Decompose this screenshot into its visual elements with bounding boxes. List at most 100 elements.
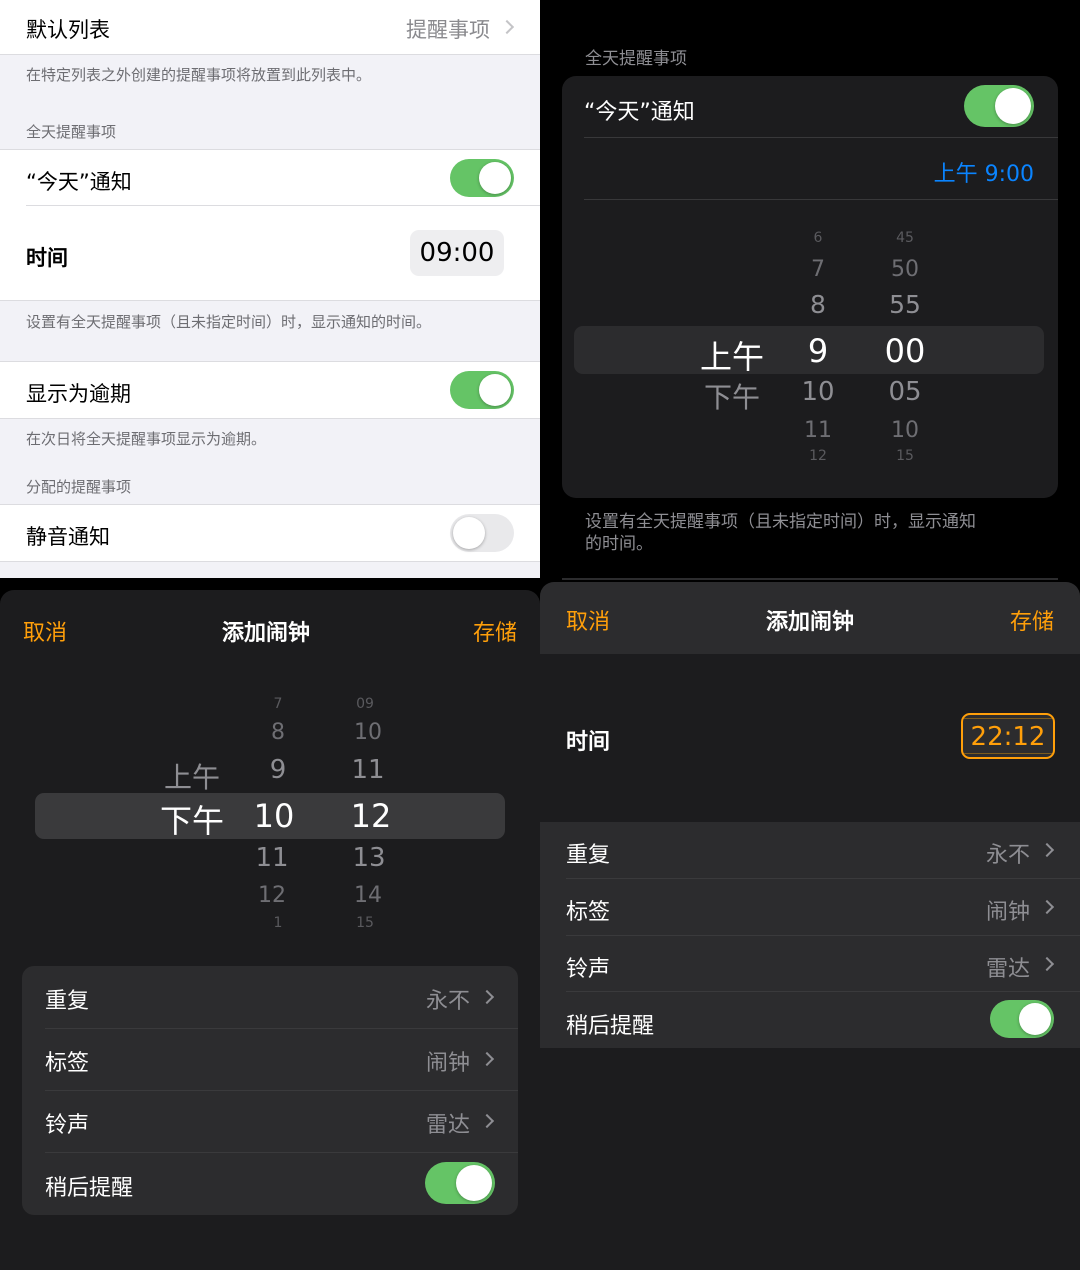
divider (0, 418, 540, 419)
mute-notify-toggle[interactable] (450, 514, 514, 552)
light-settings-panel: 默认列表 提醒事项 在特定列表之外创建的提醒事项将放置到此列表中。 全天提醒事项… (0, 0, 540, 578)
show-overdue-toggle[interactable] (450, 371, 514, 409)
assigned-section-header: 分配的提醒事项 (26, 478, 132, 496)
picker-hour-selected[interactable]: 9 (792, 332, 844, 370)
default-list-caption: 在特定列表之外创建的提醒事项将放置到此列表中。 (26, 66, 372, 84)
picker-period-selected[interactable]: 下午 (150, 796, 234, 842)
picker-period-option[interactable]: 下午 (690, 376, 774, 416)
sound-row[interactable]: 铃声 雷达 (22, 1090, 518, 1152)
default-list-value: 提醒事项 (406, 18, 490, 42)
repeat-label: 重复 (45, 989, 90, 1014)
picker-hour-option[interactable]: 6 (798, 230, 838, 246)
today-notify-toggle[interactable] (964, 85, 1034, 127)
sound-label: 铃声 (566, 957, 611, 982)
snooze-row: 稍后提醒 (22, 1152, 518, 1215)
picker-hour-option[interactable]: 11 (244, 843, 300, 873)
sound-value: 雷达 (985, 957, 1030, 982)
scroll-hint-top (963, 715, 1053, 719)
picker-hour-option[interactable]: 8 (798, 290, 838, 319)
picker-hour-selected[interactable]: 10 (244, 797, 304, 835)
all-day-group: “今天”通知 时间 09:00 (0, 150, 540, 300)
all-day-section-header: 全天提醒事项 (585, 49, 687, 69)
picker-minute-selected[interactable]: 00 (874, 332, 936, 370)
label-label: 标签 (566, 900, 611, 925)
picker-minute-option[interactable]: 11 (336, 755, 400, 785)
repeat-label: 重复 (566, 843, 611, 868)
picker-hour-option[interactable]: 9 (250, 755, 306, 785)
chevron-right-icon (1039, 899, 1055, 915)
snooze-label: 稍后提醒 (45, 1176, 134, 1201)
picker-hour-option[interactable]: 11 (792, 418, 844, 443)
nav-bar: 取消 添加闹钟 存储 (540, 582, 1080, 654)
add-alarm-inline-panel: 取消 添加闹钟 存储 时间 22:12 重复 永不 标签 闹钟 铃声 雷达 稍后… (540, 582, 1080, 1270)
picker-hour-option[interactable]: 7 (258, 696, 298, 712)
snooze-label: 稍后提醒 (566, 1014, 655, 1039)
picker-hour-option[interactable]: 1 (258, 915, 298, 931)
divider (562, 578, 1058, 580)
label-row[interactable]: 标签 闹钟 (540, 879, 1080, 936)
picker-hour-option[interactable]: 7 (798, 257, 838, 282)
repeat-row[interactable]: 重复 永不 (22, 966, 518, 1028)
picker-hour-option[interactable]: 12 (792, 448, 844, 464)
divider (26, 205, 540, 206)
dark-reminder-panel: 全天提醒事项 “今天”通知 上午 9:00 上午 下午 6 7 8 9 10 1… (540, 0, 1080, 585)
picker-hour-option[interactable]: 12 (246, 883, 298, 908)
default-list-row[interactable]: 默认列表 提醒事项 (0, 0, 540, 54)
divider (0, 54, 540, 55)
picker-minute-option[interactable]: 09 (340, 696, 390, 712)
snooze-toggle[interactable] (425, 1162, 495, 1204)
chevron-right-icon (479, 989, 495, 1005)
sound-label: 铃声 (45, 1113, 90, 1138)
cancel-button[interactable]: 取消 (23, 615, 67, 647)
mute-notify-label: 静音通知 (26, 525, 110, 549)
repeat-row[interactable]: 重复 永不 (540, 822, 1080, 879)
today-notify-label: “今天”通知 (584, 100, 695, 125)
divider (584, 137, 1058, 138)
cancel-button[interactable]: 取消 (566, 604, 610, 636)
time-value-button[interactable]: 09:00 (410, 230, 504, 276)
today-notify-toggle[interactable] (450, 159, 514, 197)
scroll-hint-bottom (963, 753, 1053, 757)
mute-notify-row: 静音通知 (0, 505, 540, 561)
picker-minute-selected[interactable]: 12 (336, 797, 406, 835)
picker-minute-option[interactable]: 15 (874, 448, 936, 464)
picker-minute-option[interactable]: 50 (880, 257, 930, 282)
picker-period-selected[interactable]: 上午 (690, 332, 774, 378)
picker-period-option[interactable]: 上午 (150, 756, 234, 796)
picker-minute-option[interactable]: 45 (880, 230, 930, 246)
time-value-button[interactable]: 上午 9:00 (934, 156, 1034, 188)
save-button[interactable]: 存储 (1010, 604, 1054, 636)
time-label: 时间 (26, 246, 68, 270)
overdue-caption: 在次日将全天提醒事项显示为逾期。 (26, 430, 267, 448)
picker-minute-option[interactable]: 05 (874, 377, 936, 407)
picker-hour-option[interactable]: 10 (792, 377, 844, 407)
label-label: 标签 (45, 1051, 90, 1076)
save-button[interactable]: 存储 (473, 615, 517, 647)
picker-minute-option[interactable]: 10 (340, 720, 396, 745)
label-value: 闹钟 (985, 900, 1030, 925)
picker-minute-option[interactable]: 10 (874, 418, 936, 443)
page-title: 添加闹钟 (222, 621, 311, 646)
picker-minute-option[interactable]: 55 (880, 290, 930, 319)
time-value-button[interactable]: 22:12 (961, 713, 1055, 759)
today-notify-label: “今天”通知 (26, 170, 132, 194)
repeat-value: 永不 (425, 989, 470, 1014)
snooze-row: 稍后提醒 (540, 992, 1080, 1048)
sound-row[interactable]: 铃声 雷达 (540, 936, 1080, 992)
chevron-right-icon (499, 19, 515, 35)
page-title: 添加闹钟 (766, 610, 855, 635)
chevron-right-icon (1039, 956, 1055, 972)
repeat-value: 永不 (985, 843, 1030, 868)
alarm-options-list: 重复 永不 标签 闹钟 铃声 雷达 稍后提醒 (540, 822, 1080, 1048)
default-list-label: 默认列表 (26, 18, 110, 42)
label-row[interactable]: 标签 闹钟 (22, 1028, 518, 1090)
sound-value: 雷达 (425, 1113, 470, 1138)
snooze-toggle[interactable] (990, 1000, 1054, 1038)
picker-minute-option[interactable]: 14 (338, 883, 398, 908)
picker-hour-option[interactable]: 8 (256, 720, 300, 745)
all-day-card: “今天”通知 上午 9:00 上午 下午 6 7 8 9 10 11 12 45… (562, 76, 1058, 498)
divider (0, 561, 540, 562)
picker-minute-option[interactable]: 13 (336, 843, 402, 873)
picker-minute-option[interactable]: 15 (340, 915, 390, 931)
chevron-right-icon (1039, 842, 1055, 858)
